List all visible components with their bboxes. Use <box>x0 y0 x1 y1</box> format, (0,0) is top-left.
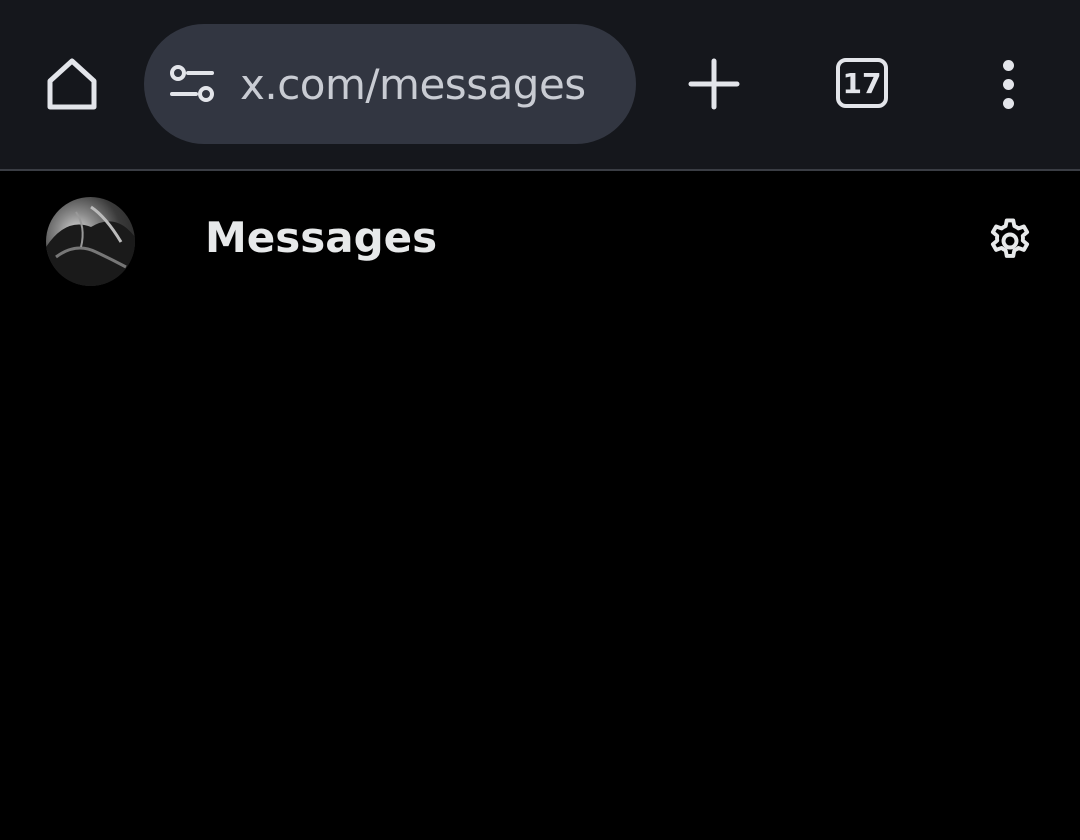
page-title: Messages <box>205 213 438 262</box>
home-button[interactable] <box>36 48 108 120</box>
gear-icon <box>990 218 1030 258</box>
url-text: x.com/messages <box>240 59 586 109</box>
more-vert-icon[interactable] <box>984 48 1032 120</box>
tab-count-label: 17 <box>842 66 882 100</box>
menu-dot <box>1002 78 1014 90</box>
avatar-image <box>46 205 135 286</box>
address-bar[interactable]: x.com/messages <box>144 24 636 144</box>
menu-dot <box>1002 97 1014 109</box>
plus-icon <box>688 58 740 110</box>
browser-toolbar: x.com/messages 17 <box>0 0 1080 171</box>
home-icon <box>47 58 97 110</box>
tune-icon <box>170 65 214 102</box>
user-avatar[interactable] <box>46 197 135 286</box>
site-info-button[interactable] <box>164 56 220 112</box>
menu-dot <box>1002 59 1014 71</box>
tab-switcher-button[interactable]: 17 <box>836 58 888 108</box>
settings-button[interactable] <box>980 211 1040 271</box>
messages-page: Messages <box>0 171 1080 840</box>
new-tab-button[interactable] <box>678 48 750 120</box>
